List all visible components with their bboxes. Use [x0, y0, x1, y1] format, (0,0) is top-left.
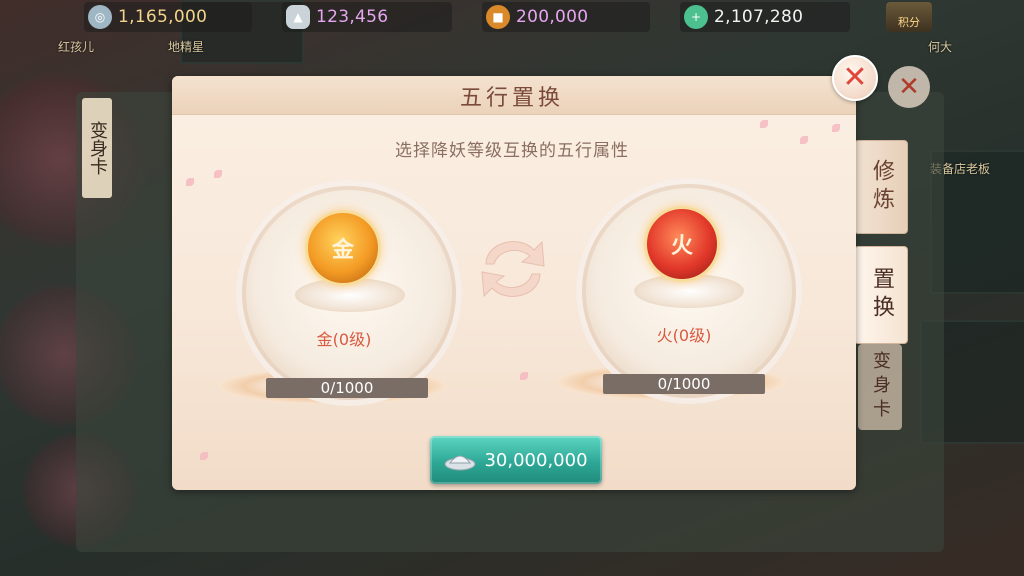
petal-decoration: [200, 452, 208, 460]
confirm-swap-button[interactable]: 30,000,000: [430, 436, 602, 484]
petal-decoration: [760, 120, 768, 128]
petal-decoration: [186, 178, 194, 186]
jade-value: 2,107,280: [714, 7, 804, 27]
silver-ingot-counter: ▲ 123,456: [282, 2, 452, 32]
npc-name-2: 地精星: [168, 40, 205, 54]
right-element-label: 火(0级): [656, 326, 712, 345]
petal-decoration: [800, 136, 808, 144]
jade-counter: + 2,107,280: [680, 2, 850, 32]
metal-element-icon[interactable]: 金: [305, 210, 381, 286]
score-label: 积分: [898, 16, 920, 29]
score-badge[interactable]: 积分: [886, 2, 932, 32]
silver-ingot-icon: [444, 455, 476, 471]
left-element-label: 金(0级): [316, 330, 372, 349]
swap-arrows-icon: [481, 240, 545, 298]
silver-coin-counter: ◎ 1,165,000: [84, 2, 252, 32]
close-button[interactable]: ✕: [832, 55, 878, 101]
swap-cost-value: 30,000,000: [484, 449, 588, 471]
resource-bar: ◎ 1,165,000 ▲ 123,456 ■ 200,000 + 2,107,…: [0, 0, 1024, 36]
left-progress-bar: 0/1000: [266, 378, 428, 398]
copper-coin-icon: ■: [486, 5, 510, 29]
fire-glyph: 火: [670, 234, 693, 259]
petal-decoration: [520, 372, 528, 380]
petal-decoration: [832, 124, 840, 132]
fire-element-icon[interactable]: 火: [644, 206, 720, 282]
silver-coin-icon: ◎: [88, 5, 112, 29]
silver-ingot-value: 123,456: [316, 7, 389, 27]
silver-ingot-icon: ▲: [286, 5, 310, 29]
tab-replace[interactable]: 置换: [854, 246, 908, 344]
metal-glyph: 金: [331, 238, 354, 263]
silver-coin-value: 1,165,000: [118, 7, 208, 27]
jade-icon: +: [684, 5, 708, 29]
petal-decoration: [214, 170, 222, 178]
close-icon: ✕: [842, 60, 868, 95]
copper-coin-value: 200,000: [516, 7, 589, 27]
right-progress-bar: 0/1000: [603, 374, 765, 394]
panel-subtitle: 选择降妖等级互换的五行属性: [395, 141, 629, 161]
npc-name-3: 何大: [928, 40, 953, 54]
npc-name-1: 红孩儿: [58, 40, 95, 54]
tab-transform[interactable]: 变身卡: [858, 344, 902, 430]
copper-coin-counter: ■ 200,000: [482, 2, 650, 32]
